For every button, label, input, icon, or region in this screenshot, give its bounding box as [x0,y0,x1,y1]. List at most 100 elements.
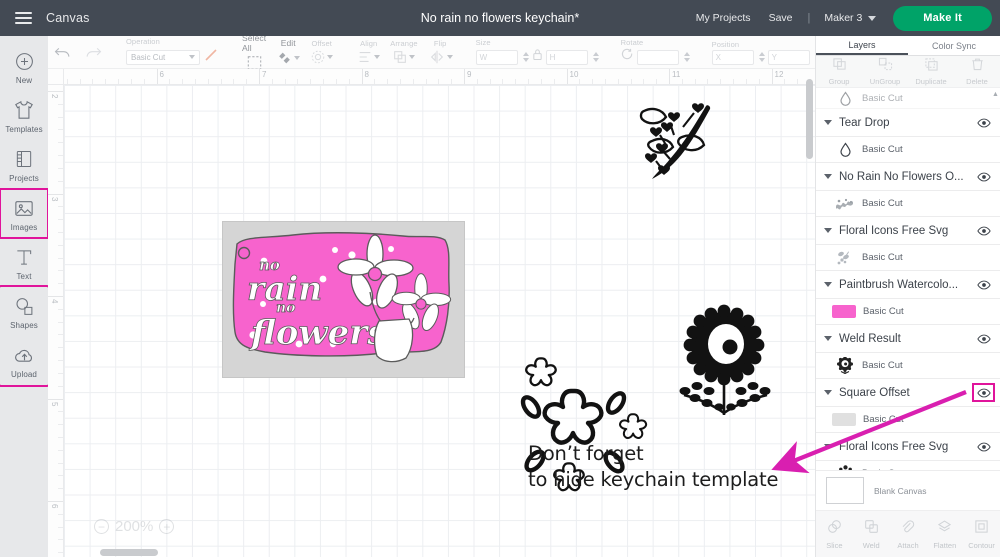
slice-button[interactable]: Slice [816,511,853,557]
sidebar-item-new[interactable]: New [0,42,48,91]
zoom-control[interactable]: − 200% + [94,518,175,535]
undo-button[interactable] [48,44,78,61]
align-button[interactable]: Align [352,39,385,66]
design-canvas[interactable]: 56789101112 23456 no [48,69,815,557]
ruler-major-tick [48,501,63,502]
keychain-template-artwork[interactable]: no rain no flowers [222,221,465,378]
sidebar-item-shapes[interactable]: Shapes [0,287,48,336]
layer-child-weld-result[interactable]: Basic Cut [816,353,1000,379]
rotate-label: Rotate [620,38,644,47]
size-field: Size W H [472,38,603,66]
sidebar-item-images[interactable]: Images [0,188,49,239]
left-sidebar: New Templates Projects Images Text Shape… [0,36,50,557]
layer-child-square-offset[interactable]: Basic Cut [816,407,1000,433]
chevron-down-icon[interactable] [824,228,832,233]
visibility-eye-icon[interactable] [976,117,991,128]
visibility-eye-icon[interactable] [976,333,991,344]
chevron-down-icon[interactable] [824,336,832,341]
lock-ratio-icon[interactable] [532,48,543,66]
group-button[interactable]: Group [816,56,862,87]
attach-button[interactable]: Attach [890,511,927,557]
make-it-button[interactable]: Make It [893,5,992,31]
size-width-stepper[interactable] [521,52,529,62]
zoom-out-button[interactable]: − [94,519,109,534]
layer-row-no-rain-no-flowers[interactable]: No Rain No Flowers O... [816,163,1000,191]
layer-row-square-offset[interactable]: Square Offset [816,379,1000,407]
layer-row-paintbrush-watercolor[interactable]: Paintbrush Watercolo... [816,271,1000,299]
visibility-eye-icon-highlighted[interactable] [972,383,995,402]
chevron-down-icon[interactable] [824,120,832,125]
offset-button[interactable]: Offset [305,39,338,66]
flip-button[interactable]: Flip [423,39,458,66]
floral-sprig-artwork[interactable] [626,97,731,207]
layer-child-floral-icons-1[interactable]: Basic Cut [816,245,1000,271]
chevron-down-icon[interactable] [824,390,832,395]
chevron-down-icon[interactable] [824,174,832,179]
size-height-input[interactable]: H [545,49,588,65]
save-button[interactable]: Save [760,12,802,24]
layer-child-no-rain-no-flowers[interactable]: Basic Cut [816,191,1000,217]
position-y-input[interactable]: Y [767,49,810,65]
select-all-button[interactable]: Select All [237,33,271,71]
size-height-prefix: H [549,52,556,62]
ungroup-button[interactable]: UnGroup [862,56,908,87]
layers-scrollbar[interactable]: ▲ ▼ [992,91,999,511]
canvas-grid[interactable]: no rain no flowers Don’t forget to hide … [64,85,815,557]
tab-layers[interactable]: Layers [816,36,908,55]
duplicate-button[interactable]: Duplicate [908,56,954,87]
arrange-button[interactable]: Arrange [385,39,422,66]
sidebar-item-templates[interactable]: Templates [0,91,48,140]
chevron-down-icon[interactable] [824,282,832,287]
sidebar-item-upload[interactable]: Upload [0,336,48,385]
rotate-input[interactable] [636,49,679,65]
visibility-eye-icon[interactable] [976,225,991,236]
flatten-button[interactable]: Flatten [926,511,963,557]
redo-button[interactable] [78,44,108,61]
scroll-up-arrow-icon[interactable]: ▲ [992,91,999,98]
tab-color-sync[interactable]: Color Sync [908,36,1000,55]
list-item-partial[interactable]: Basic Cut [816,89,1000,109]
blank-canvas-row[interactable]: Blank Canvas [816,470,1000,510]
weld-button[interactable]: Weld [853,511,890,557]
position-x-stepper[interactable] [757,52,765,62]
position-x-input[interactable]: X [711,49,754,65]
visibility-eye-icon[interactable] [976,171,991,182]
layer-row-floral-icons-1[interactable]: Floral Icons Free Svg [816,217,1000,245]
layers-list[interactable]: Basic Cut Tear Drop Basic Cut No Rain No… [816,89,1000,514]
layer-child-paintbrush-watercolor[interactable]: Basic Cut [816,299,1000,325]
teardrop-icon [832,91,858,106]
visibility-eye-icon[interactable] [976,279,991,290]
zoom-in-button[interactable]: + [159,519,175,534]
layer-row-weld-result[interactable]: Weld Result [816,325,1000,353]
horizontal-scrollbar[interactable] [64,548,815,557]
horizontal-scroll-thumb[interactable] [100,549,158,556]
offset-label: Offset [311,38,332,48]
line-color-swatch-icon[interactable] [203,47,219,68]
machine-selector[interactable]: Maker 3 [816,12,884,24]
floral-sprig-svg [639,103,711,179]
layer-row-tear-drop[interactable]: Tear Drop [816,109,1000,137]
duplicate-label: Duplicate [915,77,947,86]
layer-actions-bar: Group UnGroup Duplicate Delete [816,56,1000,88]
sidebar-item-projects[interactable]: Projects [0,140,48,189]
ruler-major-tick [48,91,63,92]
contour-button[interactable]: Contour [963,511,1000,557]
delete-button[interactable]: Delete [954,56,1000,87]
edit-label: Edit [280,38,296,48]
my-projects-link[interactable]: My Projects [687,12,760,24]
size-width-input[interactable]: W [475,49,518,65]
ruler-tick-label: 2 [50,94,59,99]
sidebar-item-text[interactable]: Text [0,238,48,287]
operation-select[interactable]: Basic Cut [126,49,200,65]
vertical-scroll-thumb[interactable] [806,79,813,159]
blank-canvas-swatch[interactable] [826,477,864,504]
edit-button[interactable]: Edit [271,38,305,66]
visibility-eye-icon[interactable] [976,441,991,452]
round-flower-artwork[interactable] [669,303,784,428]
hamburger-icon[interactable] [0,12,46,24]
layer-child-tear-drop[interactable]: Basic Cut [816,137,1000,163]
chevron-down-icon[interactable] [824,444,832,449]
size-height-stepper[interactable] [591,52,599,62]
rotate-stepper[interactable] [682,52,690,62]
layer-row-floral-icons-2[interactable]: Floral Icons Free Svg [816,433,1000,461]
